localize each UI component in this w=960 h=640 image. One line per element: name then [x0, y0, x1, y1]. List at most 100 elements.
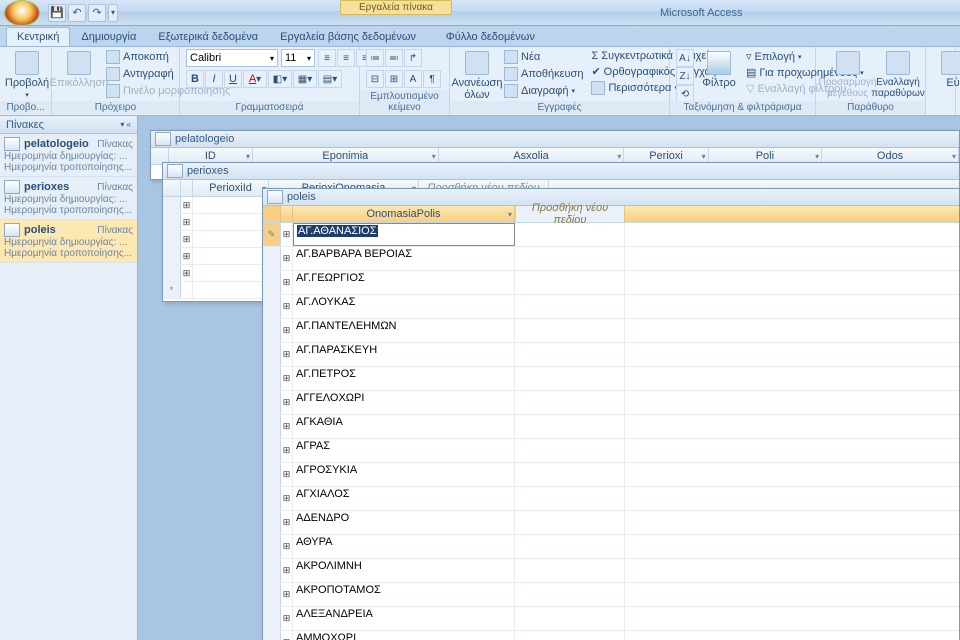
- expand-button[interactable]: ⊞: [281, 535, 293, 558]
- tab-dbtools[interactable]: Εργαλεία βάσης δεδομένων: [269, 27, 427, 46]
- cell[interactable]: ΑΜΜΟΧΩΡΙ: [293, 631, 515, 640]
- rt-btn1[interactable]: ≔: [366, 49, 384, 67]
- row-selector[interactable]: [263, 559, 281, 582]
- cell[interactable]: ΑΓΧΙΑΛΟΣ: [293, 487, 515, 510]
- selector-head[interactable]: [163, 180, 181, 196]
- expand-button[interactable]: ⊞: [181, 248, 193, 264]
- cell[interactable]: [515, 295, 625, 318]
- expand-button[interactable]: ⊞: [281, 343, 293, 366]
- expand-button[interactable]: ⊞: [281, 271, 293, 294]
- table-row[interactable]: ⊞ΑΛΕΞΑΝΔΡΕΙΑ: [263, 607, 959, 631]
- cell[interactable]: [515, 391, 625, 414]
- new-record-button[interactable]: Νέα: [502, 49, 585, 65]
- cell[interactable]: ΑΓΚΑΘΙΑ: [293, 415, 515, 438]
- row-selector[interactable]: [263, 583, 281, 606]
- table-row[interactable]: ⊞ΑΓ.ΠΑΝΤΕΛΕΗΜΩΝ: [263, 319, 959, 343]
- cell[interactable]: ΑΓΡΑΣ: [293, 439, 515, 462]
- cell[interactable]: [515, 583, 625, 606]
- table-row[interactable]: ⊞ΑΓ.ΠΕΤΡΟΣ: [263, 367, 959, 391]
- alt-fill-button[interactable]: ▤▾: [318, 70, 342, 88]
- expand-button[interactable]: ⊞: [281, 295, 293, 318]
- row-selector[interactable]: ✎: [263, 223, 281, 246]
- italic-button[interactable]: I: [205, 70, 223, 88]
- col-perioxiid[interactable]: PerioxiId▾: [193, 180, 269, 196]
- cell[interactable]: ΑΓ.ΛΟΥΚΑΣ: [293, 295, 515, 318]
- cell[interactable]: [515, 247, 625, 270]
- rt-btn5[interactable]: ⊞: [385, 70, 403, 88]
- delete-record-button[interactable]: Διαγραφή ▾: [502, 83, 585, 99]
- underline-button[interactable]: U: [224, 70, 242, 88]
- office-button[interactable]: [4, 0, 40, 26]
- cell[interactable]: [515, 271, 625, 294]
- cell[interactable]: [515, 319, 625, 342]
- nav-item-perioxes[interactable]: perioxesΠίνακαςΗμερομηνία δημιουργίας: .…: [0, 177, 137, 220]
- table-row[interactable]: ⊞ΑΘΥΡΑ: [263, 535, 959, 559]
- row-selector[interactable]: *: [163, 282, 181, 298]
- table-row[interactable]: ⊞ΑΓ.ΓΕΩΡΓΙΟΣ: [263, 271, 959, 295]
- row-selector[interactable]: [263, 535, 281, 558]
- nav-header[interactable]: Πίνακες▾ «: [0, 116, 137, 134]
- expand-button[interactable]: ⊞: [281, 319, 293, 342]
- cell[interactable]: ΑΓΓΕΛΟΧΩΡΙ: [293, 391, 515, 414]
- cell[interactable]: ΑΘΥΡΑ: [293, 535, 515, 558]
- table-row[interactable]: ⊞ΑΚΡΟΛΙΜΝΗ: [263, 559, 959, 583]
- qat-undo-icon[interactable]: ↶: [68, 4, 86, 22]
- cell[interactable]: ΑΛΕΞΑΝΔΡΕΙΑ: [293, 607, 515, 630]
- nav-item-poleis[interactable]: poleisΠίνακαςΗμερομηνία δημιουργίας: ...…: [0, 220, 137, 263]
- cell[interactable]: ΑΓ.ΠΑΡΑΣΚΕΥΗ: [293, 343, 515, 366]
- expand-button[interactable]: ⊞: [281, 463, 293, 486]
- fill-color-button[interactable]: ◧▾: [268, 70, 292, 88]
- rt-btn2[interactable]: ≕: [385, 49, 403, 67]
- row-selector[interactable]: [163, 248, 181, 264]
- row-selector[interactable]: [263, 607, 281, 630]
- row-selector[interactable]: [163, 214, 181, 230]
- row-selector[interactable]: [163, 197, 181, 213]
- cell[interactable]: [515, 343, 625, 366]
- expand-button[interactable]: ⊞: [181, 197, 193, 213]
- table-row[interactable]: ⊞ΑΓ.ΛΟΥΚΑΣ: [263, 295, 959, 319]
- cell[interactable]: ΑΓ.ΠΑΝΤΕΛΕΗΜΩΝ: [293, 319, 515, 342]
- align-left-button[interactable]: ≡: [318, 49, 336, 67]
- filter-button[interactable]: Φίλτρο: [698, 49, 740, 91]
- cell[interactable]: [193, 214, 269, 230]
- cell[interactable]: ΑΓΡΟΣΥΚΙΑ: [293, 463, 515, 486]
- table-row[interactable]: ⊞ΑΓΡΑΣ: [263, 439, 959, 463]
- row-selector[interactable]: [263, 631, 281, 640]
- table-row[interactable]: ⊞ΑΓΧΙΑΛΟΣ: [263, 487, 959, 511]
- expand-button[interactable]: ⊞: [281, 415, 293, 438]
- expand-button[interactable]: ⊞: [281, 367, 293, 390]
- cell[interactable]: ΑΚΡΟΠΟΤΑΜΟΣ: [293, 583, 515, 606]
- find-button[interactable]: Εύ: [932, 49, 960, 91]
- view-button[interactable]: Προβολή▾: [6, 49, 48, 101]
- expand-button[interactable]: ⊞: [281, 583, 293, 606]
- row-selector[interactable]: [263, 391, 281, 414]
- row-selector[interactable]: [263, 487, 281, 510]
- expand-button[interactable]: ⊞: [281, 223, 293, 246]
- expand-button[interactable]: ⊞: [281, 439, 293, 462]
- font-name-combo[interactable]: Calibri▾: [186, 49, 278, 67]
- cell[interactable]: [515, 367, 625, 390]
- row-selector[interactable]: [263, 295, 281, 318]
- rt-btn6[interactable]: A: [404, 70, 422, 88]
- font-color-button[interactable]: A▾: [243, 70, 267, 88]
- selector-head[interactable]: [263, 206, 281, 222]
- font-size-combo[interactable]: 11▾: [281, 49, 315, 67]
- cell[interactable]: [515, 631, 625, 640]
- row-selector[interactable]: [263, 343, 281, 366]
- row-selector[interactable]: [263, 439, 281, 462]
- tab-home[interactable]: Κεντρική: [6, 27, 70, 46]
- expand-button[interactable]: ⊞: [281, 607, 293, 630]
- table-row[interactable]: ⊞ΑΓΡΟΣΥΚΙΑ: [263, 463, 959, 487]
- table-row[interactable]: ✎⊞ΑΓ.ΑΘΑΝΑΣΙΟΣ: [263, 223, 959, 247]
- save-record-button[interactable]: Αποθήκευση: [502, 66, 585, 82]
- cell[interactable]: [515, 439, 625, 462]
- cell[interactable]: [515, 415, 625, 438]
- gridlines-button[interactable]: ▦▾: [293, 70, 317, 88]
- add-field-col[interactable]: Προσθήκη νέου πεδίου: [515, 206, 625, 222]
- expand-button[interactable]: ⊞: [281, 559, 293, 582]
- expand-button[interactable]: ⊞: [181, 265, 193, 281]
- row-selector[interactable]: [263, 415, 281, 438]
- align-center-button[interactable]: ≡: [337, 49, 355, 67]
- cell[interactable]: [515, 607, 625, 630]
- rt-btn4[interactable]: ⊟: [366, 70, 384, 88]
